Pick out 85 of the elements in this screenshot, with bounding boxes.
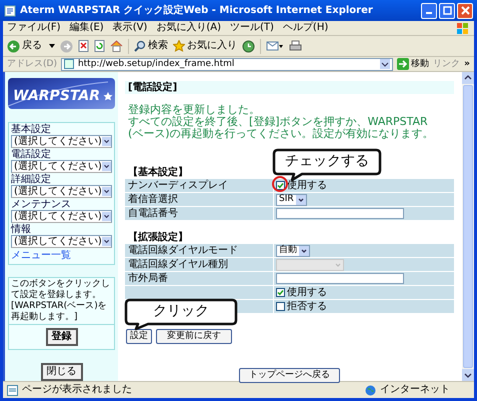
logo-text: WARPSTAR: [13, 89, 100, 103]
top-page-button[interactable]: トップページへ戻る: [239, 368, 340, 383]
menu-select[interactable]: (選択してください): [11, 135, 112, 148]
page-icon: [4, 4, 16, 16]
checkmark-icon: [277, 289, 284, 296]
group-title: 【基本設定】: [127, 166, 189, 179]
star-icon: [104, 92, 112, 100]
checkbox-label: 使用する: [287, 180, 327, 190]
menu-item[interactable]: 編集(E): [70, 23, 104, 33]
history-icon: [242, 40, 255, 52]
register-note: このボタンをクリックして設定を登録します。[WARPSTAR(ベース)を再起動します。]: [9, 278, 114, 325]
maximize-icon: [442, 6, 452, 15]
checkbox[interactable]: [276, 302, 285, 311]
maximize-button[interactable]: [439, 2, 455, 18]
home-icon: [110, 40, 123, 52]
close-button[interactable]: [457, 2, 473, 18]
update-message: 登録内容を更新しました。 すべての設定を終了後、[登録]ボタンを押すか、WARPSTAR (ベース)の再起動を行ってください。設定が有効になります。: [127, 104, 435, 140]
menu-item[interactable]: ファイル(F): [7, 23, 61, 33]
dropdown[interactable]: 自動: [276, 244, 310, 256]
dropdown[interactable]: SIR: [276, 194, 307, 206]
checkbox[interactable]: [276, 288, 285, 297]
callout: クリック: [124, 298, 238, 331]
section-label: 情報: [11, 224, 32, 235]
mail-icon: [266, 40, 284, 52]
section-label: 詳細設定: [11, 174, 52, 185]
register-button[interactable]: 登録: [46, 328, 78, 346]
menu-select[interactable]: (選択してください): [11, 210, 112, 223]
field-label: ナンバーディスプレイ: [128, 180, 228, 190]
arrow-icon: [397, 58, 410, 70]
page-heading: [電話設定]: [125, 81, 454, 94]
menu-item[interactable]: お気に入り(A): [156, 23, 221, 33]
field-label: 自電話番号: [128, 208, 178, 218]
input-field[interactable]: [276, 273, 404, 284]
window-title: Aterm WARPSTAR クイック設定Web - Microsoft Internet Explorer: [20, 3, 374, 18]
forward-icon: [60, 40, 73, 52]
refresh-icon: [94, 40, 105, 52]
favorites-button[interactable]: お気に入り: [173, 40, 237, 52]
printer-icon: [289, 40, 302, 52]
more-chevron[interactable]: »: [464, 60, 470, 68]
page-icon: [64, 59, 74, 69]
apply-button[interactable]: 設定: [126, 329, 152, 344]
windows-logo-icon: [456, 22, 470, 34]
field-label: 市外局番: [128, 274, 168, 284]
menu-list-link[interactable]: メニュー一覧: [11, 250, 112, 262]
section-label: 電話設定: [11, 149, 52, 160]
status-text: ページが表示されました: [22, 385, 133, 395]
minimize-icon: [426, 12, 432, 14]
checkbox-label: 拒否する: [287, 302, 327, 312]
page-icon: [7, 384, 18, 396]
section-label: メンテナンス: [11, 199, 72, 210]
checkmark-icon: [277, 182, 284, 189]
dropdown-arrow-icon: [49, 44, 55, 48]
address-label: アドレス(D): [7, 60, 57, 68]
menu-item[interactable]: ツール(T): [230, 23, 274, 33]
close-page-button[interactable]: 閉じる: [40, 363, 82, 381]
scroll-up-icon[interactable]: [462, 72, 474, 84]
menu-item[interactable]: ヘルプ(H): [282, 23, 328, 33]
back-arrow-icon: [7, 40, 20, 52]
star-icon: [173, 40, 185, 52]
scroll-down-icon[interactable]: [462, 369, 474, 381]
scroll-thumb[interactable]: [463, 85, 473, 368]
address-field[interactable]: http://web.setup/index_frame.html: [60, 58, 394, 70]
menu-select[interactable]: (選択してください): [11, 185, 112, 198]
close-icon: [460, 6, 470, 15]
search-button[interactable]: 検索: [134, 40, 168, 52]
scrollbar[interactable]: [462, 72, 474, 381]
group-title: 【拡張設定】: [127, 231, 189, 244]
checkbox[interactable]: [276, 181, 285, 190]
menu-item[interactable]: 表示(V): [112, 23, 148, 33]
menu-select[interactable]: (選択してください): [11, 160, 112, 173]
menu-select[interactable]: (選択してください): [11, 235, 112, 248]
minimize-button[interactable]: [421, 2, 437, 18]
globe-icon: [365, 384, 376, 396]
search-icon: [134, 40, 146, 52]
field-label: 電話回線ダイヤルモード: [128, 246, 238, 256]
field-label: 着信音選択: [128, 194, 178, 204]
back-button[interactable]: 戻る: [7, 40, 44, 52]
go-button[interactable]: 移動: [397, 58, 430, 70]
revert-button[interactable]: 変更前に戻す: [156, 329, 232, 344]
section-label: 基本設定: [11, 124, 52, 135]
input-field[interactable]: [276, 208, 404, 219]
field-label: 電話回線ダイヤル種別: [128, 260, 228, 270]
zone-text: インターネット: [380, 385, 451, 395]
checkbox-label: 使用する: [287, 288, 327, 298]
stop-icon: [78, 40, 89, 52]
